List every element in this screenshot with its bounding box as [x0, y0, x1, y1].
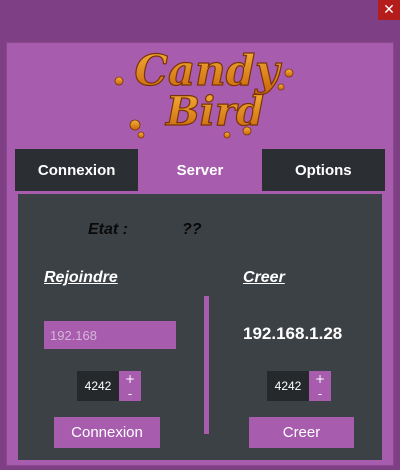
join-port-decrement-button[interactable]: - [119, 386, 141, 401]
title-bar: ✕ [0, 0, 400, 20]
join-port-increment-button[interactable]: + [119, 371, 141, 386]
tab-bar: Connexion Server Options [15, 149, 385, 191]
status-value: ?? [182, 221, 202, 238]
create-port-increment-button[interactable]: + [309, 371, 331, 386]
close-icon: ✕ [383, 2, 395, 18]
section-divider [204, 296, 209, 434]
create-port-buttons: + - [309, 371, 331, 401]
tab-options[interactable]: Options [262, 149, 385, 191]
connexion-button[interactable]: Connexion [54, 417, 160, 448]
status-label: Etat : [88, 221, 128, 238]
tab-connexion[interactable]: Connexion [15, 149, 138, 191]
join-ip-input[interactable] [44, 321, 176, 349]
game-launcher-window: ✕ Candy Bird Connexion Server Options Et… [0, 0, 400, 470]
create-port-value[interactable]: 4242 [267, 371, 309, 401]
create-port-decrement-button[interactable]: - [309, 386, 331, 401]
create-section-title: Creer [243, 269, 285, 286]
candy-bird-logo: Candy Bird [114, 45, 294, 139]
close-button[interactable]: ✕ [378, 0, 400, 20]
tab-server[interactable]: Server [138, 149, 262, 191]
candy-drop [129, 119, 141, 131]
candy-drop [242, 126, 252, 136]
candy-drop [284, 68, 294, 78]
join-port-stepper: 4242 + - [77, 371, 141, 401]
candy-drop [277, 83, 285, 91]
candy-drop [114, 76, 124, 86]
candy-drop [137, 131, 145, 139]
join-port-value[interactable]: 4242 [77, 371, 119, 401]
candy-drop [223, 131, 231, 139]
join-section-title: Rejoindre [44, 269, 118, 286]
create-port-stepper: 4242 + - [267, 371, 331, 401]
creer-button[interactable]: Creer [249, 417, 354, 448]
join-port-buttons: + - [119, 371, 141, 401]
server-ip-address: 192.168.1.28 [243, 324, 343, 343]
